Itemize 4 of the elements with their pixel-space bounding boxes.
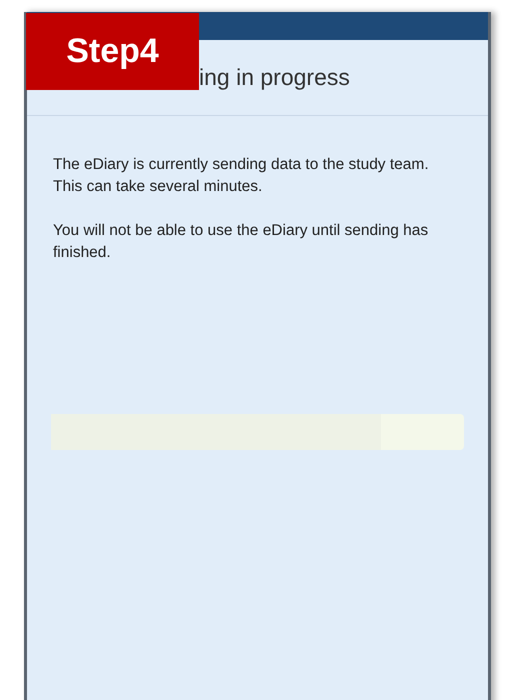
screen-title: ing in progress (199, 64, 350, 90)
message-text: The eDiary is currently sending data to the study team. This can take several minutes. (53, 155, 430, 197)
message-text: You will not be able to use the eDiary until sending has finished. (53, 221, 430, 263)
step-label: Step4 (66, 31, 159, 72)
